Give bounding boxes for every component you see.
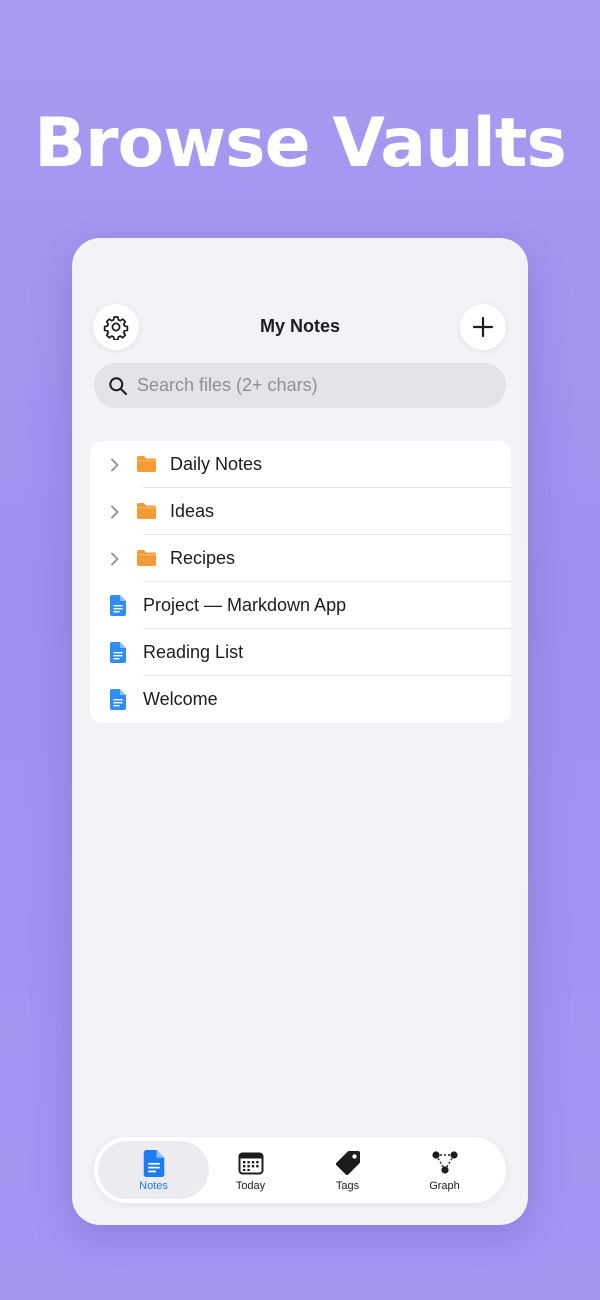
folder-icon	[136, 502, 157, 520]
list-item-document[interactable]: Project — Markdown App	[90, 582, 511, 629]
document-icon	[110, 689, 126, 710]
item-label: Recipes	[170, 548, 236, 568]
folder-icon	[136, 549, 157, 567]
tab-notes[interactable]: Notes	[105, 1137, 202, 1203]
plus-icon	[471, 315, 495, 339]
document-icon	[110, 595, 126, 616]
calendar-icon	[237, 1149, 265, 1177]
graph-icon	[431, 1149, 459, 1177]
tab-label: Tags	[335, 1180, 360, 1192]
search-input[interactable]	[137, 375, 477, 396]
chevron-right-icon[interactable]	[110, 458, 120, 472]
item-label: Reading List	[143, 642, 244, 662]
file-list: Daily Notes Ideas Recipes Project — Mark…	[90, 441, 511, 723]
headline: Browse Vaults	[34, 104, 567, 183]
item-label: Ideas	[170, 501, 215, 521]
document-icon	[110, 642, 126, 663]
tag-icon	[334, 1149, 362, 1177]
tab-today[interactable]: Today	[202, 1137, 299, 1203]
tab-label: Today	[235, 1180, 266, 1192]
tab-tags[interactable]: Tags	[299, 1137, 396, 1203]
tab-graph[interactable]: Graph	[396, 1137, 493, 1203]
item-label: Project — Markdown App	[143, 595, 347, 615]
add-button[interactable]	[460, 304, 506, 350]
chevron-right-icon[interactable]	[110, 552, 120, 566]
app-window: My Notes Daily Notes	[72, 238, 528, 1225]
tab-label: Graph	[429, 1180, 460, 1192]
item-label: Daily Notes	[170, 454, 263, 474]
folder-icon	[136, 455, 157, 473]
list-item-folder[interactable]: Daily Notes	[90, 441, 511, 488]
tab-bar: Notes Today Tags Graph	[94, 1137, 506, 1203]
chevron-right-icon[interactable]	[110, 505, 120, 519]
tab-label: Notes	[139, 1180, 168, 1192]
item-label: Welcome	[143, 689, 218, 709]
list-item-folder[interactable]: Recipes	[90, 535, 511, 582]
list-item-folder[interactable]: Ideas	[90, 488, 511, 535]
search-bar[interactable]	[94, 363, 506, 408]
list-item-document[interactable]: Reading List	[90, 629, 511, 676]
document-icon	[140, 1149, 168, 1177]
search-icon	[108, 376, 128, 396]
list-item-document[interactable]: Welcome	[90, 676, 511, 723]
